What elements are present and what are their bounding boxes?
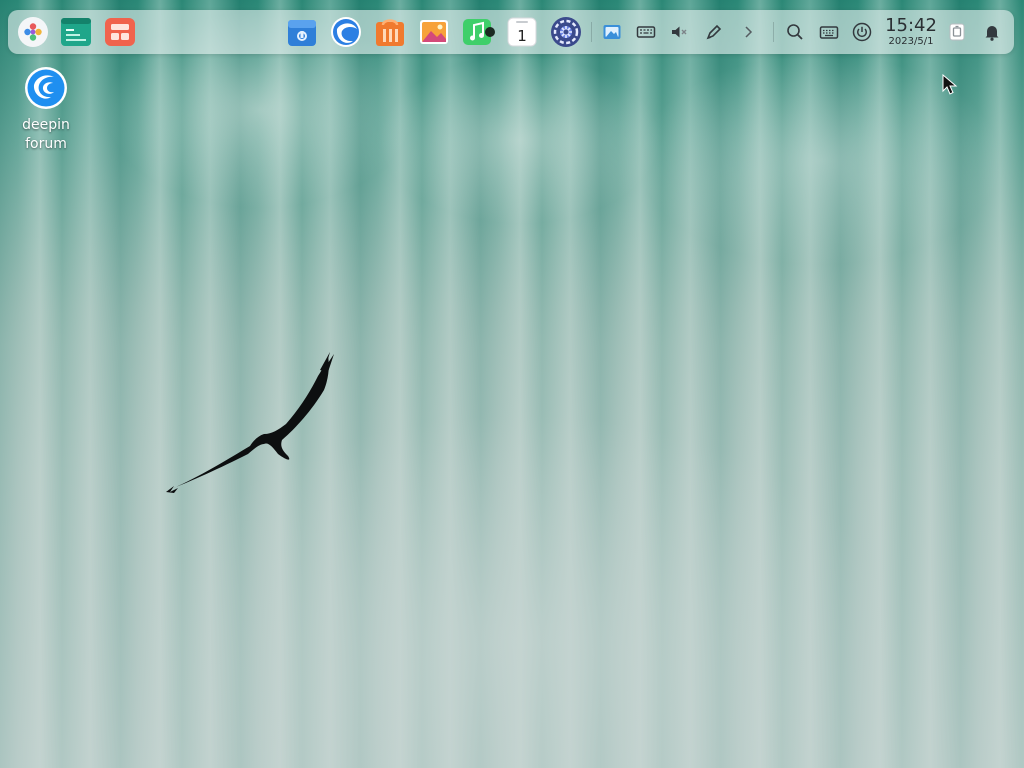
volume-muted-icon	[672, 26, 687, 38]
trash-button[interactable]	[946, 21, 968, 43]
power-button[interactable]	[851, 21, 873, 43]
notification-button[interactable]	[981, 21, 1003, 43]
desktop-icon-deepin-forum[interactable]: deepin forum	[16, 66, 76, 154]
file-manager-icon	[288, 20, 316, 46]
browser-icon	[331, 17, 361, 47]
volume-button[interactable]	[668, 21, 690, 43]
bird-silhouette	[166, 352, 334, 493]
deepin-logo-icon	[25, 67, 67, 109]
trash-icon	[949, 23, 965, 41]
launcher-icon	[18, 17, 48, 47]
image-viewer-icon	[420, 20, 448, 44]
tray-expand-button[interactable]	[737, 21, 759, 43]
mouse-cursor-icon	[942, 74, 958, 95]
control-center-button[interactable]	[549, 15, 583, 49]
clock-date: 2023/5/1	[888, 36, 934, 47]
keyboard-icon	[636, 26, 656, 38]
pen-icon	[706, 24, 722, 40]
clock-time: 15:42	[885, 15, 937, 36]
browser-button[interactable]	[329, 15, 363, 49]
multitask-view-button[interactable]	[103, 15, 137, 49]
top-panel: 1 15:42 2023/5/1	[8, 10, 1014, 54]
power-icon	[852, 22, 872, 42]
calendar-button[interactable]: 1	[505, 15, 539, 49]
search-button[interactable]	[784, 21, 806, 43]
music-button[interactable]	[461, 15, 495, 49]
calendar-icon: 1	[507, 17, 537, 47]
file-manager-button[interactable]	[285, 15, 319, 49]
desktop-wallpaper	[0, 0, 1024, 768]
panel-separator	[773, 22, 774, 42]
launcher-button[interactable]	[16, 15, 50, 49]
expand-arrow-icon	[745, 26, 753, 38]
app-store-icon	[376, 19, 404, 46]
keyboard-layout-button[interactable]	[635, 21, 657, 43]
music-icon	[463, 19, 495, 45]
screenshot-icon	[603, 25, 621, 39]
image-viewer-button[interactable]	[417, 15, 451, 49]
calendar-day: 1	[517, 27, 527, 45]
app-store-button[interactable]	[373, 15, 407, 49]
terminal-icon	[61, 18, 91, 46]
screenshot-button[interactable]	[601, 21, 623, 43]
multitask-view-icon	[105, 18, 135, 46]
desktop-icon-label: deepin forum	[22, 117, 70, 152]
pen-button[interactable]	[703, 21, 725, 43]
onscreen-keyboard-icon	[819, 26, 839, 39]
control-center-icon	[551, 17, 581, 47]
notification-bell-icon	[985, 26, 999, 41]
terminal-button[interactable]	[59, 15, 93, 49]
panel-separator	[591, 22, 592, 42]
clock[interactable]: 15:42 2023/5/1	[884, 16, 938, 48]
onscreen-keyboard-button[interactable]	[818, 21, 840, 43]
search-icon	[787, 24, 803, 40]
